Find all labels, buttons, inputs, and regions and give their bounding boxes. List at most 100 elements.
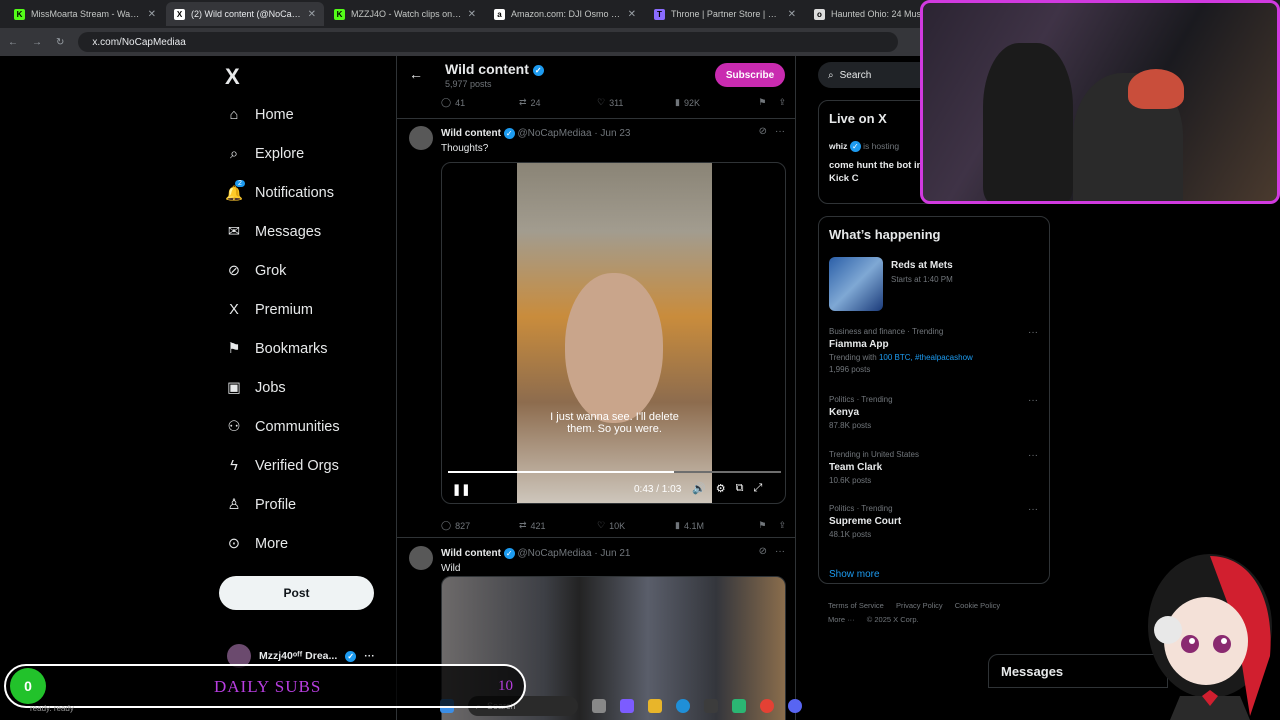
sidebar-item-premium[interactable]: X Premium	[225, 301, 313, 319]
footer-link[interactable]: Terms of Service	[828, 601, 884, 610]
more-dots-icon[interactable]: ···	[1028, 504, 1038, 515]
sidebar-item-notifications[interactable]: 🔔 2 Notifications	[224, 180, 334, 202]
forward-arrow-icon[interactable]: →	[32, 37, 42, 48]
x-logo-icon[interactable]: X	[225, 64, 240, 90]
more-dots-icon[interactable]: ···	[1028, 327, 1038, 338]
sidebar-item-verified-orgs[interactable]: ϟ Verified Orgs	[225, 457, 339, 475]
sidebar-item-bookmarks[interactable]: ⚑ Bookmarks	[225, 340, 328, 358]
envelope-icon: ✉	[227, 224, 241, 240]
file-explorer-icon[interactable]	[648, 699, 662, 713]
share-icon[interactable]: ⇪	[778, 97, 786, 108]
subscribe-button[interactable]: Subscribe	[715, 63, 785, 87]
close-tab-icon[interactable]: ✕	[308, 9, 316, 20]
volume-icon[interactable]: 🔊	[692, 482, 706, 495]
whats-happening-panel: What’s happening Reds at Mets Starts at …	[818, 216, 1050, 584]
verified-badge-icon: ✓	[532, 64, 544, 76]
app-icon[interactable]	[732, 699, 746, 713]
bell-icon: 🔔 2	[224, 180, 245, 202]
grok-icon[interactable]: ⊘	[759, 546, 767, 557]
anime-mascot-icon	[1148, 554, 1272, 720]
store-icon[interactable]	[704, 699, 718, 713]
avatar[interactable]	[409, 126, 433, 150]
url-field[interactable]: x.com/NoCapMediaa	[78, 32, 899, 52]
tab-4[interactable]: TThrone | Partner Store | Browse✕	[646, 2, 804, 26]
reply-action[interactable]: ◯ 41	[441, 97, 519, 108]
close-tab-icon[interactable]: ✕	[628, 9, 636, 20]
footer-link[interactable]: Cookie Policy	[955, 601, 1000, 610]
views-action[interactable]: ▮ 92K	[675, 97, 753, 108]
sidebar-item-profile[interactable]: ♙ Profile	[225, 496, 297, 514]
repost-action[interactable]: ⇄ 24	[519, 97, 597, 108]
like-action[interactable]: ♡ 311	[597, 97, 675, 108]
tweet-handle-date: @NoCapMediaa · Jun 23	[517, 128, 631, 140]
pip-icon[interactable]: ⧉	[736, 482, 744, 495]
sidebar-item-communities[interactable]: ⚇ Communities	[225, 418, 340, 436]
sidebar-item-grok[interactable]: ⊘ Grok	[225, 262, 287, 280]
bookmark-icon[interactable]: ⚑	[758, 97, 766, 108]
trend-item[interactable]: Trending in United States Team Clark 10.…	[829, 450, 1044, 485]
footer-link[interactable]: Privacy Policy	[896, 601, 943, 610]
chrome-icon[interactable]	[760, 699, 774, 713]
edge-icon[interactable]	[676, 699, 690, 713]
sidebar-item-jobs[interactable]: ▣ Jobs	[225, 379, 286, 397]
more-dots-icon[interactable]: ···	[1028, 450, 1038, 461]
search-icon: ⌕	[229, 146, 239, 162]
event-name[interactable]: Reds at Mets	[891, 260, 953, 271]
page-title: Wild content	[445, 61, 529, 77]
tweet-text: Thoughts?	[441, 143, 489, 154]
discord-icon[interactable]	[788, 699, 802, 713]
post-button[interactable]: Post	[219, 576, 374, 610]
tweet-text: Wild	[441, 563, 461, 574]
sidebar-item-more[interactable]: ⊙ More	[225, 535, 288, 553]
avatar[interactable]	[409, 546, 433, 570]
grok-icon[interactable]: ⊘	[759, 126, 767, 137]
tweet-author[interactable]: Wild content	[441, 548, 501, 559]
trend-item[interactable]: Politics · Trending Supreme Court 48.1K …	[829, 504, 1044, 539]
daily-subs-bar: 0 DAILY SUBS 10	[4, 664, 526, 708]
tab-1[interactable]: X (2) Wild content (@NoCaph ✕	[166, 2, 324, 26]
tab-2[interactable]: K MZZJ4O - Watch clips on Kick ✕	[326, 2, 484, 26]
more-dots-icon[interactable]: ···	[1028, 395, 1038, 406]
trend-item[interactable]: Politics · Trending Kenya 87.8K posts ··…	[829, 395, 1044, 430]
fullscreen-icon[interactable]: ⤢	[753, 482, 762, 495]
sidebar-item-messages[interactable]: ✉ Messages	[225, 223, 321, 241]
video-player[interactable]: I just wanna see. I'll delete them. So y…	[441, 162, 786, 504]
live-title: Live on X	[829, 111, 887, 126]
bookmark-icon[interactable]: ⚑	[758, 520, 766, 531]
close-tab-icon[interactable]: ✕	[148, 9, 156, 20]
event-thumbnail[interactable]	[829, 257, 883, 311]
video-progress-bar[interactable]	[448, 471, 781, 473]
close-tab-icon[interactable]: ✕	[788, 9, 796, 20]
footer-link[interactable]: More ···	[828, 615, 855, 624]
tab-3[interactable]: aAmazon.com: DJI Osmo Mobile✕	[486, 2, 644, 26]
like-action[interactable]: ♡ 10K	[597, 520, 675, 531]
pause-icon[interactable]: ❚❚	[452, 483, 470, 496]
live-host[interactable]: whiz	[829, 141, 847, 151]
trend-links[interactable]: 100 BTC, #thealpacashow	[879, 353, 973, 362]
settings-gear-icon[interactable]: ⚙	[716, 482, 726, 495]
more-dots-icon[interactable]: ···	[364, 650, 375, 662]
reply-action[interactable]: ◯ 827	[441, 520, 519, 531]
views-action[interactable]: ▮ 4.1M	[675, 520, 753, 531]
reload-icon[interactable]: ↻	[56, 37, 64, 48]
sidebar-item-explore[interactable]: ⌕ Explore	[225, 145, 304, 163]
show-more-link[interactable]: Show more	[829, 569, 880, 580]
close-tab-icon[interactable]: ✕	[468, 9, 476, 20]
task-view-icon[interactable]	[592, 699, 606, 713]
tab-0[interactable]: K MissMoarta Stream - Watch Li ✕	[6, 2, 164, 26]
more-dots-icon[interactable]: ···	[775, 546, 785, 557]
tweet-1[interactable]: Wild content ✓ @NoCapMediaa · Jun 23 ⊘ ··…	[397, 126, 795, 531]
tweet-author[interactable]: Wild content	[441, 128, 501, 139]
back-arrow-icon[interactable]: ←	[8, 37, 18, 48]
more-dots-icon[interactable]: ···	[775, 126, 785, 137]
trend-item[interactable]: Business and finance · Trending Fiamma A…	[829, 327, 1044, 374]
notification-badge: 2	[235, 180, 245, 187]
back-arrow-icon[interactable]: ←	[409, 66, 423, 82]
repost-action[interactable]: ⇄ 421	[519, 520, 597, 531]
sub-label: DAILY SUBS	[214, 677, 322, 696]
posts-count: 5,977 posts	[445, 79, 492, 89]
copilot-icon[interactable]	[620, 699, 634, 713]
share-icon[interactable]: ⇪	[778, 520, 786, 531]
search-icon: ⌕	[828, 69, 834, 81]
sidebar-item-home[interactable]: ⌂ Home	[225, 106, 294, 124]
